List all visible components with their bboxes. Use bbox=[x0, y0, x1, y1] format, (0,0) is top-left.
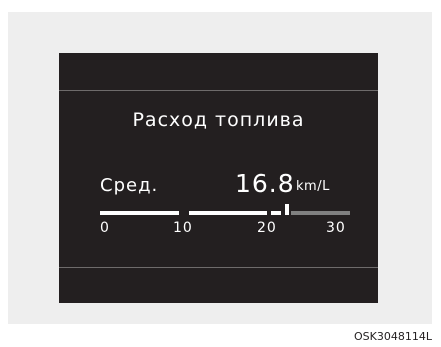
top-divider bbox=[59, 90, 378, 91]
scale-tick-20: 20 bbox=[257, 220, 277, 236]
average-label: Сред. bbox=[100, 175, 159, 196]
fuel-economy-unit: km/L bbox=[296, 179, 330, 194]
gauge-segment-10-20 bbox=[189, 211, 267, 215]
scale-tick-0: 0 bbox=[100, 220, 110, 236]
figure-code: OSK3048114L bbox=[354, 330, 432, 343]
page-title: Расход топлива bbox=[132, 109, 305, 131]
scale-tick-30: 30 bbox=[326, 220, 346, 236]
scale-tick-10: 10 bbox=[173, 220, 193, 236]
gauge-segment-unfilled bbox=[291, 211, 350, 215]
cluster-display: Расход топлива Сред. 16.8 km/L 0 10 20 3… bbox=[59, 53, 378, 303]
gauge-segment-0-10 bbox=[100, 211, 179, 215]
bottom-divider bbox=[59, 267, 378, 268]
gauge-segment-20-filled bbox=[271, 211, 281, 215]
fuel-economy-value: 16.8 bbox=[235, 169, 295, 198]
gauge-marker bbox=[285, 204, 289, 215]
